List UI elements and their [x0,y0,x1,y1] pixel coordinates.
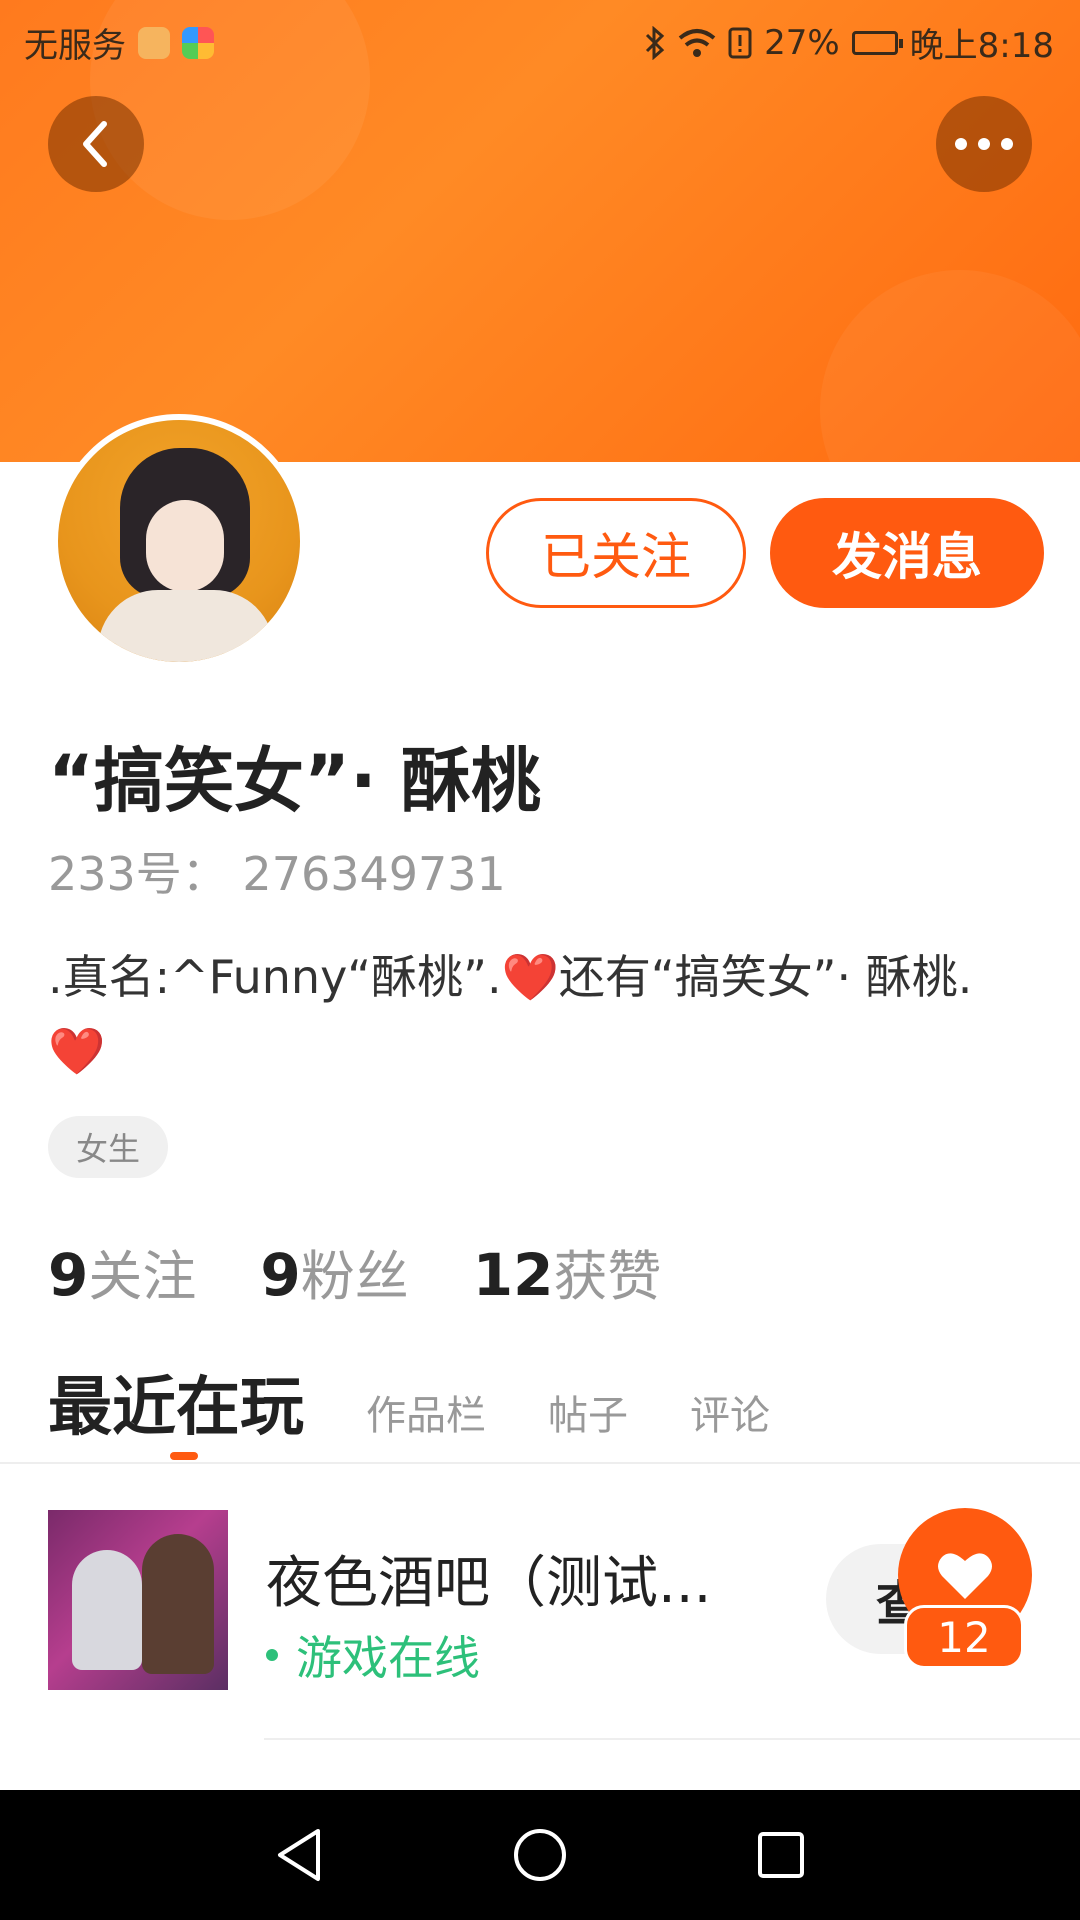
following-button[interactable]: 已关注 [486,498,746,608]
stats-row: 9 关注 9 粉丝 12 获赞 [48,1232,661,1311]
stat-label: 粉丝 [300,1245,409,1308]
stat-value: 12 [472,1241,554,1309]
avatar[interactable] [52,414,306,668]
game-thumbnail [48,1510,228,1690]
tab-divider [0,1462,1080,1464]
stat-label: 关注 [88,1245,197,1308]
system-nav-bar [0,1790,1080,1920]
nav-back-button[interactable] [264,1820,334,1890]
gallery-app-icon [182,26,214,59]
status-label: 游戏在线 [296,1631,480,1685]
list-item[interactable]: 夜色酒吧（测试... 游戏在线 查 [48,1510,1038,1692]
status-bar: 无服务 27% 晚上8:18 [0,0,1080,74]
list-divider [264,1738,1080,1740]
more-dots-icon [955,138,1013,150]
send-message-button[interactable]: 发消息 [770,498,1044,608]
nav-home-button[interactable] [505,1820,575,1890]
bio-text: .真名:^Funny“酥桃”.❤️还有“搞笑女”· 酥桃.❤️ [48,950,973,1078]
message-app-icon [138,26,170,59]
more-button[interactable] [936,96,1032,192]
sim-alert-icon [728,27,752,58]
tab-works[interactable]: 作品栏 [366,1383,486,1441]
profile-tabs: 最近在玩 作品栏 帖子 评论 [48,1356,770,1448]
tab-recently-played[interactable]: 最近在玩 [48,1356,304,1448]
active-tab-indicator [170,1452,198,1460]
likes-stat[interactable]: 12 获赞 [473,1232,662,1311]
game-online-status: 游戏在线 [266,1622,480,1688]
nav-recents-button[interactable] [746,1820,816,1890]
tab-posts[interactable]: 帖子 [548,1383,628,1441]
stat-label: 获赞 [553,1245,662,1308]
heart-icon [938,1553,992,1599]
bluetooth-icon [646,25,665,60]
battery-percent: 27% [764,22,840,63]
online-dot-icon [266,1649,278,1661]
banner-decoration [820,270,1080,462]
gender-tag: 女生 [48,1116,168,1178]
clock: 晚上8:18 [909,26,1054,66]
wifi-icon [678,28,716,57]
stat-value: 9 [48,1241,89,1309]
username: “搞笑女”· 酥桃 [48,740,541,822]
tab-comments[interactable]: 评论 [690,1383,770,1441]
user-id: 233号： 276349731 [48,847,506,901]
circle-home-icon [514,1829,566,1881]
square-recents-icon [758,1832,804,1878]
back-button[interactable] [48,96,144,192]
following-stat[interactable]: 9 关注 [48,1232,196,1311]
stat-value: 9 [260,1241,301,1309]
chevron-left-icon [83,121,107,167]
like-count-badge: 12 [904,1605,1024,1669]
triangle-back-icon [278,1829,320,1881]
profile-banner: 无服务 27% 晚上8:18 [0,0,1080,462]
game-title: 夜色酒吧（测试... [266,1551,712,1616]
carrier-label: 无服务 [24,26,126,66]
followers-stat[interactable]: 9 粉丝 [260,1232,408,1311]
battery-icon [851,30,903,55]
